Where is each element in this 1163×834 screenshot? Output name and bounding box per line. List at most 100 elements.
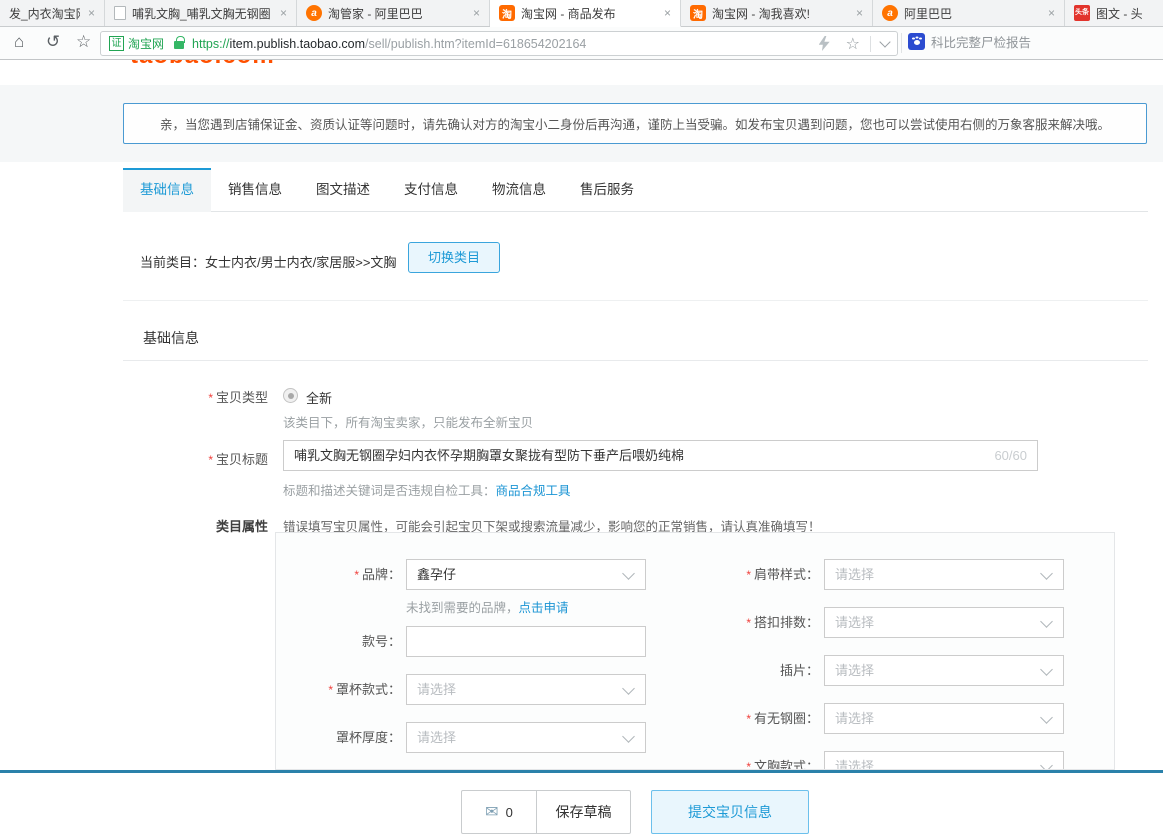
chevron-down-icon bbox=[1040, 567, 1053, 580]
strap-style-placeholder: 请选择 bbox=[835, 567, 874, 582]
tab-close-icon[interactable]: × bbox=[1048, 6, 1055, 20]
tab-title: 阿里巴巴 bbox=[904, 5, 1040, 22]
url-scheme: https:// bbox=[192, 37, 230, 51]
browser-tab-active[interactable]: 淘 淘宝网 - 商品发布 × bbox=[490, 0, 681, 27]
item-type-option-label: 全新 bbox=[306, 388, 332, 407]
char-counter: 60/60 bbox=[994, 441, 1027, 470]
alibaba-icon: a bbox=[306, 5, 322, 21]
tab-close-icon[interactable]: × bbox=[664, 6, 671, 20]
tab-title: 淘管家 - 阿里巴巴 bbox=[328, 5, 465, 22]
divider bbox=[870, 36, 871, 52]
lightning-icon[interactable] bbox=[819, 36, 830, 51]
tab-title: 发_内衣淘宝网 bbox=[9, 5, 80, 22]
favorite-star-icon[interactable]: ☆ bbox=[846, 34, 860, 54]
chevron-down-icon bbox=[1040, 663, 1053, 676]
insert-pad-placeholder: 请选择 bbox=[835, 663, 874, 678]
browser-tab-bar: 发_内衣淘宝网 × 哺乳文胸_哺乳文胸无钢圈 × a 淘管家 - 阿里巴巴 × … bbox=[0, 0, 1163, 27]
tab-close-icon[interactable]: × bbox=[88, 6, 95, 20]
bra-style-placeholder: 请选择 bbox=[835, 759, 874, 770]
tab-payment-info[interactable]: 支付信息 bbox=[387, 168, 475, 212]
bottom-action-bar: ✉ 0 保存草稿 提交宝贝信息 bbox=[0, 770, 1163, 829]
taobao-icon: 淘 bbox=[499, 5, 515, 21]
cup-thickness-placeholder: 请选择 bbox=[417, 730, 456, 745]
browser-tab[interactable]: a 阿里巴巴 × bbox=[873, 0, 1065, 26]
underwire-placeholder: 请选择 bbox=[835, 711, 874, 726]
item-type-radio[interactable] bbox=[283, 388, 298, 403]
cup-thickness-select[interactable]: 请选择 bbox=[406, 722, 646, 753]
strap-style-label: 肩带样式： bbox=[709, 559, 819, 591]
insert-pad-select[interactable]: 请选择 bbox=[824, 655, 1064, 686]
bookmark-star-icon[interactable]: ☆ bbox=[76, 32, 91, 52]
document-icon bbox=[114, 6, 126, 20]
tab-close-icon[interactable]: × bbox=[280, 6, 287, 20]
tab-sales-info[interactable]: 销售信息 bbox=[211, 168, 299, 212]
cup-style-placeholder: 请选择 bbox=[417, 682, 456, 697]
category-value: 女士内衣/男士内衣/家居服>>文胸 bbox=[205, 255, 396, 270]
item-type-help: 该类目下，所有淘宝卖家，只能发布全新宝贝 bbox=[283, 412, 533, 431]
browser-tab[interactable]: 淘 淘宝网 - 淘我喜欢! × bbox=[681, 0, 873, 26]
tab-title: 淘宝网 - 商品发布 bbox=[521, 5, 656, 22]
brand-select[interactable]: 鑫孕仔 bbox=[406, 559, 646, 590]
cup-style-select[interactable]: 请选择 bbox=[406, 674, 646, 705]
attrs-label: 类目属性 bbox=[123, 516, 268, 535]
toutiao-icon: 头条 bbox=[1074, 5, 1090, 21]
item-title-label: 宝贝标题 bbox=[123, 449, 268, 468]
url-text[interactable]: https://item.publish.taobao.com/sell/pub… bbox=[192, 37, 586, 51]
browser-extension[interactable]: 科比完整尸检报告 bbox=[908, 32, 1031, 51]
message-count-button[interactable]: ✉ 0 bbox=[462, 791, 536, 833]
paw-extension-icon[interactable] bbox=[908, 33, 925, 50]
taobao-icon: 淘 bbox=[690, 5, 706, 21]
tab-after-sales[interactable]: 售后服务 bbox=[563, 168, 651, 212]
item-type-label: 宝贝类型 bbox=[123, 387, 268, 406]
switch-category-button[interactable]: 切换类目 bbox=[408, 242, 500, 273]
tab-logistics-info[interactable]: 物流信息 bbox=[475, 168, 563, 212]
strap-style-select[interactable]: 请选择 bbox=[824, 559, 1064, 590]
cup-thickness-label: 罩杯厚度： bbox=[291, 722, 401, 753]
cup-style-label: 罩杯款式： bbox=[291, 674, 401, 706]
url-dropdown-chevron-icon[interactable] bbox=[879, 36, 890, 47]
compliance-tool-link[interactable]: 商品合规工具 bbox=[496, 484, 571, 498]
save-draft-button[interactable]: 保存草稿 bbox=[537, 791, 630, 833]
bra-style-select[interactable]: 请选择 bbox=[824, 751, 1064, 770]
brand-value: 鑫孕仔 bbox=[417, 567, 456, 582]
item-title-input[interactable]: 哺乳文胸无钢圈孕妇内衣怀孕期胸罩女聚拢有型防下垂产后喂奶纯棉 60/60 bbox=[283, 440, 1038, 471]
hook-rows-placeholder: 请选择 bbox=[835, 615, 874, 630]
hook-rows-select[interactable]: 请选择 bbox=[824, 607, 1064, 638]
underwire-select[interactable]: 请选择 bbox=[824, 703, 1064, 734]
chevron-down-icon bbox=[622, 682, 635, 695]
tab-title: 图文 - 头 bbox=[1096, 5, 1154, 22]
tab-title: 哺乳文胸_哺乳文胸无钢圈 bbox=[132, 5, 272, 22]
style-number-label: 款号： bbox=[291, 626, 401, 657]
browser-tab[interactable]: 哺乳文胸_哺乳文胸无钢圈 × bbox=[105, 0, 297, 26]
envelope-icon: ✉ bbox=[485, 802, 498, 822]
home-icon[interactable]: ⌂ bbox=[14, 32, 24, 52]
brand-apply-link[interactable]: 点击申请 bbox=[519, 601, 569, 615]
tab-close-icon[interactable]: × bbox=[856, 6, 863, 20]
submit-item-button[interactable]: 提交宝贝信息 bbox=[651, 790, 809, 834]
style-number-input[interactable] bbox=[406, 626, 646, 657]
category-label: 当前类目： bbox=[140, 255, 205, 270]
browser-tab[interactable]: 头条 图文 - 头 bbox=[1065, 0, 1163, 26]
chevron-down-icon bbox=[1040, 711, 1053, 724]
brand-label: 品牌： bbox=[291, 559, 401, 591]
browser-tab[interactable]: 发_内衣淘宝网 × bbox=[0, 0, 105, 26]
divider bbox=[901, 33, 902, 53]
url-host: item.publish.taobao.com bbox=[230, 37, 366, 51]
tab-basic-info[interactable]: 基础信息 bbox=[123, 168, 211, 212]
browser-tab[interactable]: a 淘管家 - 阿里巴巴 × bbox=[297, 0, 490, 26]
underwire-label: 有无钢圈： bbox=[709, 703, 819, 735]
notice-banner: 亲，当您遇到店铺保证金、资质认证等问题时，请先确认对方的淘宝小二身份后再沟通，谨… bbox=[123, 103, 1147, 144]
site-name: 淘宝网 bbox=[128, 35, 164, 52]
category-row: 当前类目：女士内衣/男士内衣/家居服>>文胸 切换类目 bbox=[0, 212, 1163, 300]
taobao-logo: taobao.com bbox=[130, 60, 275, 70]
tab-close-icon[interactable]: × bbox=[473, 6, 480, 20]
tab-description[interactable]: 图文描述 bbox=[299, 168, 387, 212]
back-icon[interactable]: ↺ bbox=[46, 32, 60, 52]
extension-label: 科比完整尸检报告 bbox=[931, 32, 1031, 51]
browser-toolbar: ⌂ ↺ ☆ 证 淘宝网 https://item.publish.taobao.… bbox=[0, 27, 1163, 60]
insert-pad-label: 插片： bbox=[709, 655, 819, 686]
lock-icon bbox=[174, 41, 184, 49]
address-bar[interactable]: 证 淘宝网 https://item.publish.taobao.com/se… bbox=[100, 31, 898, 56]
chevron-down-icon bbox=[622, 567, 635, 580]
bra-style-label: 文胸款式： bbox=[709, 751, 819, 770]
